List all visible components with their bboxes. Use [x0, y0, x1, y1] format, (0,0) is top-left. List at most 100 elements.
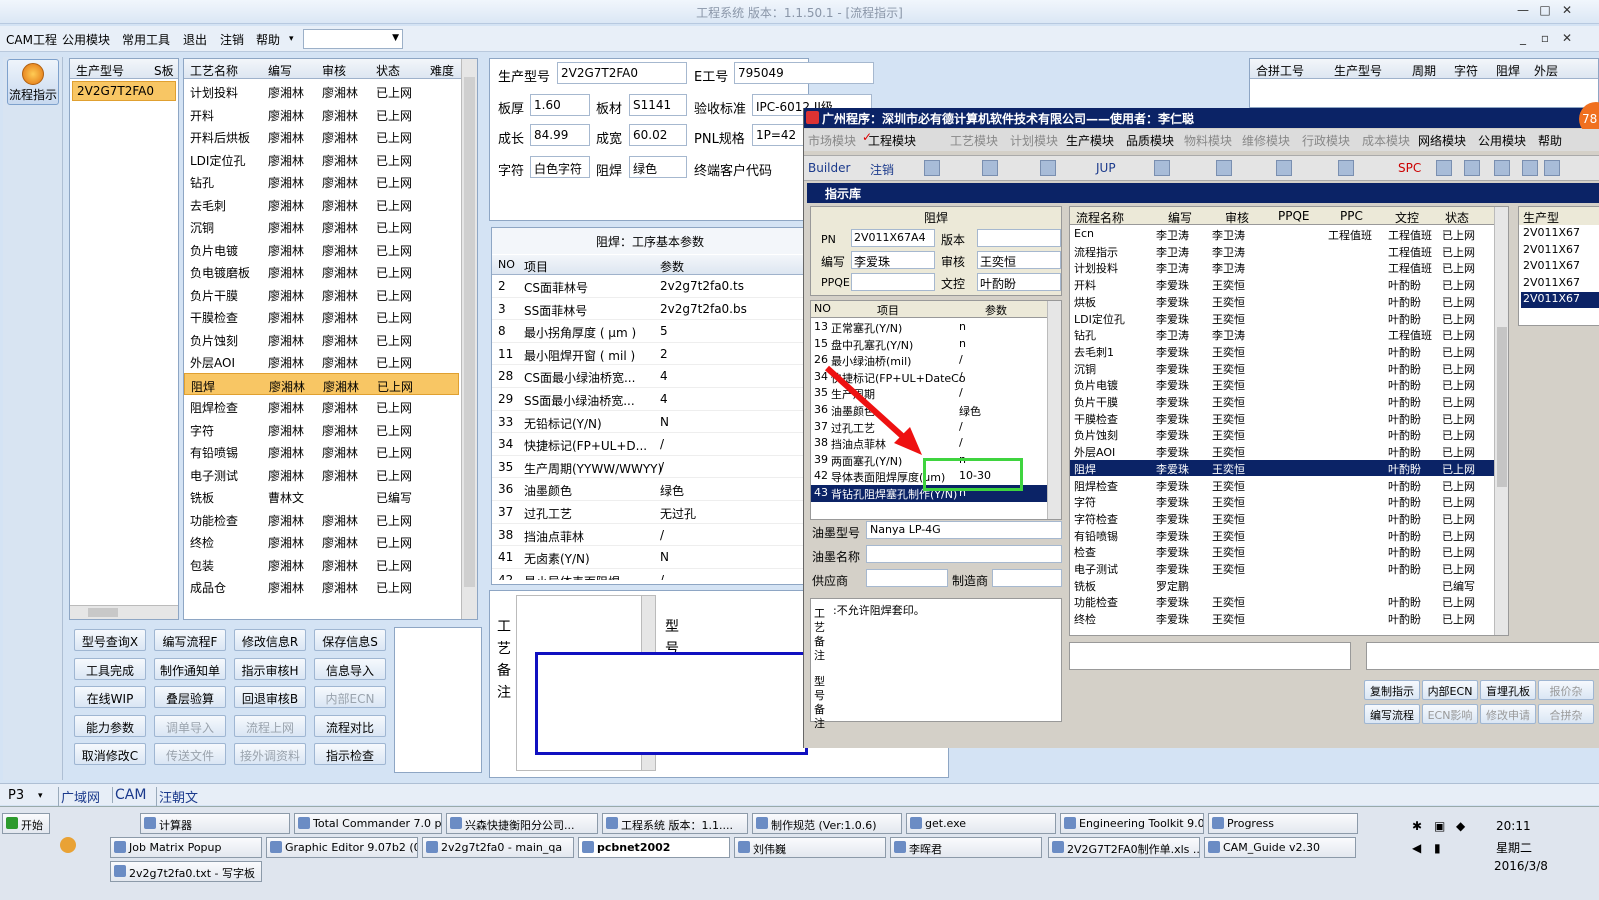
- flow-row[interactable]: 检查 李爱珠 王奕恒 叶酌盼 已上网: [1070, 543, 1494, 560]
- flow-row[interactable]: 计划投料 李卫涛 李卫涛 工程值班 已上网: [1070, 259, 1494, 276]
- model-field[interactable]: 2V2G7T2FA0: [557, 62, 687, 84]
- menu-help[interactable]: 帮助: [256, 31, 280, 48]
- manufacturer-select[interactable]: [992, 569, 1062, 587]
- menu-tools[interactable]: 常用工具: [122, 31, 170, 48]
- status-dropdown-icon[interactable]: ▾: [38, 791, 43, 801]
- table-row[interactable]: 计划投料 廖湘林 廖湘林 已上网: [184, 80, 459, 103]
- param-row[interactable]: 28 CS面最小绿油桥宽... 4: [492, 365, 808, 388]
- popup-action-button[interactable]: 合拼杂: [1538, 704, 1594, 724]
- side-list-item[interactable]: 2V011X67: [1521, 292, 1599, 308]
- table-row[interactable]: 阻焊检查 廖湘林 廖湘林 已上网: [184, 395, 459, 418]
- supplier-select[interactable]: [866, 569, 948, 587]
- action-button[interactable]: 制作通知单: [154, 657, 226, 680]
- param-row[interactable]: 2 CS面菲林号 2v2g7t2fa0.ts: [492, 275, 808, 298]
- table-row[interactable]: 外层AOI 廖湘林 廖湘林 已上网: [184, 350, 459, 373]
- flow-row[interactable]: LDI定位孔 李爱珠 王奕恒 叶酌盼 已上网: [1070, 310, 1494, 327]
- model-list-item[interactable]: 2V2G7T2FA0: [72, 81, 176, 101]
- side-list-item[interactable]: 2V011X67: [1521, 276, 1599, 292]
- action-button[interactable]: 型号查询X: [74, 629, 146, 651]
- length-field[interactable]: 84.99: [530, 124, 590, 146]
- popup-menu-item[interactable]: 生产模块: [1066, 132, 1114, 149]
- table-row[interactable]: 铣板 曹林文 已编写: [184, 485, 459, 508]
- flow-row[interactable]: 阻焊检查 李爱珠 王奕恒 叶酌盼 已上网: [1070, 477, 1494, 494]
- popup-param-row[interactable]: 15 盘中孔塞孔(Y/N) n: [811, 336, 1047, 353]
- param-row[interactable]: 42 最小导体表面阻焊... /: [492, 569, 808, 580]
- flow-bottom-select[interactable]: [1069, 642, 1351, 670]
- ppqe-field[interactable]: [851, 273, 935, 291]
- flow-instruction-button[interactable]: 流程指示: [7, 59, 59, 105]
- popup-toolbar-item[interactable]: Builder: [808, 161, 850, 175]
- toolbar-icon[interactable]: [1464, 160, 1480, 176]
- action-button[interactable]: 流程对比: [314, 714, 386, 737]
- table-row[interactable]: 去毛刺 廖湘林 廖湘林 已上网: [184, 193, 459, 216]
- minimize-icon[interactable]: —: [1514, 3, 1532, 19]
- action-button[interactable]: 修改信息R: [234, 629, 306, 651]
- table-row[interactable]: 干膜检查 廖湘林 廖湘林 已上网: [184, 305, 459, 328]
- toolbar-icon[interactable]: [1154, 160, 1170, 176]
- flow-row[interactable]: 负片干膜 李爱珠 王奕恒 叶酌盼 已上网: [1070, 393, 1494, 410]
- toolbar-icon[interactable]: [1276, 160, 1292, 176]
- toolbar-icon[interactable]: [924, 160, 940, 176]
- taskbar-button[interactable]: 工程系统 版本：1.1....: [602, 813, 748, 834]
- action-button[interactable]: 能力参数: [74, 714, 146, 737]
- popup-action-button[interactable]: 编写流程: [1364, 704, 1420, 724]
- action-button[interactable]: 叠层验算: [154, 686, 226, 709]
- popup-menu-item[interactable]: 市场模块: [808, 132, 856, 149]
- param-row[interactable]: 33 无铅标记(Y/N) N: [492, 411, 808, 434]
- param-row[interactable]: 36 油墨颜色 绿色: [492, 478, 808, 501]
- flow-row[interactable]: 干膜检查 李爱珠 王奕恒 叶酌盼 已上网: [1070, 410, 1494, 427]
- table-row[interactable]: 字符 廖湘林 廖湘林 已上网: [184, 418, 459, 441]
- taskbar-button[interactable]: 李晖君: [890, 837, 1042, 858]
- system-tray[interactable]: ✱ ▣ ◆ ◀ ▮: [1410, 819, 1490, 879]
- taskbar-button[interactable]: Total Commander 7.0 p...: [294, 813, 442, 834]
- app-tray-icon[interactable]: [60, 837, 76, 853]
- popup-toolbar-item[interactable]: 注销: [870, 161, 894, 178]
- side-list-item[interactable]: 2V011X67: [1521, 243, 1599, 259]
- taskbar-button[interactable]: CAM_Guide v2.30: [1204, 837, 1356, 858]
- taskbar-button[interactable]: 2v2g7t2fa0 - main_qa: [422, 837, 574, 858]
- popup-params-vscroll[interactable]: [1047, 301, 1061, 519]
- action-button[interactable]: 流程上网: [234, 714, 306, 737]
- flow-row[interactable]: 铣板 罗定鹏 已编写: [1070, 577, 1494, 594]
- flow-row[interactable]: 负片电镀 李爱珠 王奕恒 叶酌盼 已上网: [1070, 376, 1494, 393]
- table-row[interactable]: 功能检查 廖湘林 廖湘林 已上网: [184, 508, 459, 531]
- flow-row[interactable]: 外层AOI 李爱珠 王奕恒 叶酌盼 已上网: [1070, 443, 1494, 460]
- popup-menu-item[interactable]: 公用模块: [1478, 132, 1526, 149]
- action-button[interactable]: 编写流程F: [154, 629, 226, 651]
- taskbar-button[interactable]: get.exe: [906, 813, 1056, 834]
- popup-menu-item[interactable]: 工艺模块: [950, 132, 998, 149]
- taskbar-button[interactable]: 计算器: [140, 813, 290, 834]
- flow-row[interactable]: 有铅喷锡 李爱珠 王奕恒 叶酌盼 已上网: [1070, 527, 1494, 544]
- action-button[interactable]: 保存信息S: [314, 629, 386, 651]
- table-row[interactable]: 沉铜 廖湘林 廖湘林 已上网: [184, 215, 459, 238]
- ink-name-field[interactable]: [866, 545, 1062, 563]
- toolbar-icon[interactable]: [1494, 160, 1510, 176]
- popup-param-row[interactable]: 13 正常塞孔(Y/N) n: [811, 319, 1047, 336]
- table-row[interactable]: 开料后烘板 廖湘林 廖湘林 已上网: [184, 125, 459, 148]
- action-button[interactable]: 取消修改C: [74, 743, 146, 766]
- popup-menu-item[interactable]: 网络模块: [1418, 132, 1466, 149]
- side-list-item[interactable]: 2V011X67: [1521, 259, 1599, 275]
- action-button[interactable]: 指示检查: [314, 743, 386, 766]
- popup-menu-item[interactable]: 物料模块: [1184, 132, 1232, 149]
- action-button[interactable]: 信息导入: [314, 657, 386, 680]
- param-row[interactable]: 35 生产周期(YYWW/WWYY) /: [492, 456, 808, 479]
- action-button[interactable]: 回退审核B: [234, 686, 306, 709]
- table-row[interactable]: 负片干膜 廖湘林 廖湘林 已上网: [184, 283, 459, 306]
- table-row[interactable]: 负片蚀刻 廖湘林 廖湘林 已上网: [184, 328, 459, 351]
- side-list-item[interactable]: 2V011X67: [1521, 226, 1599, 242]
- popup-menu-item[interactable]: 品质模块: [1126, 132, 1174, 149]
- popup-action-button[interactable]: ECN影响: [1422, 704, 1478, 724]
- taskbar-button[interactable]: pcbnet2002: [578, 837, 730, 858]
- toolbar-icon[interactable]: [1544, 160, 1560, 176]
- material-field[interactable]: S1141: [629, 94, 687, 116]
- menu-exit[interactable]: 退出: [183, 31, 207, 48]
- table-row[interactable]: 阻焊 廖湘林 廖湘林 已上网: [184, 372, 459, 395]
- process-table-vscroll[interactable]: [461, 59, 477, 619]
- popup-toolbar-item[interactable]: SPC: [1398, 161, 1421, 175]
- taskbar-button[interactable]: 兴森快捷衡阳分公司...: [446, 813, 598, 834]
- menu-public[interactable]: 公用模块: [62, 31, 110, 48]
- flow-row[interactable]: 沉铜 李爱珠 王奕恒 叶酌盼 已上网: [1070, 360, 1494, 377]
- table-row[interactable]: 包装 廖湘林 廖湘林 已上网: [184, 553, 459, 576]
- table-row[interactable]: 钻孔 廖湘林 廖湘林 已上网: [184, 170, 459, 193]
